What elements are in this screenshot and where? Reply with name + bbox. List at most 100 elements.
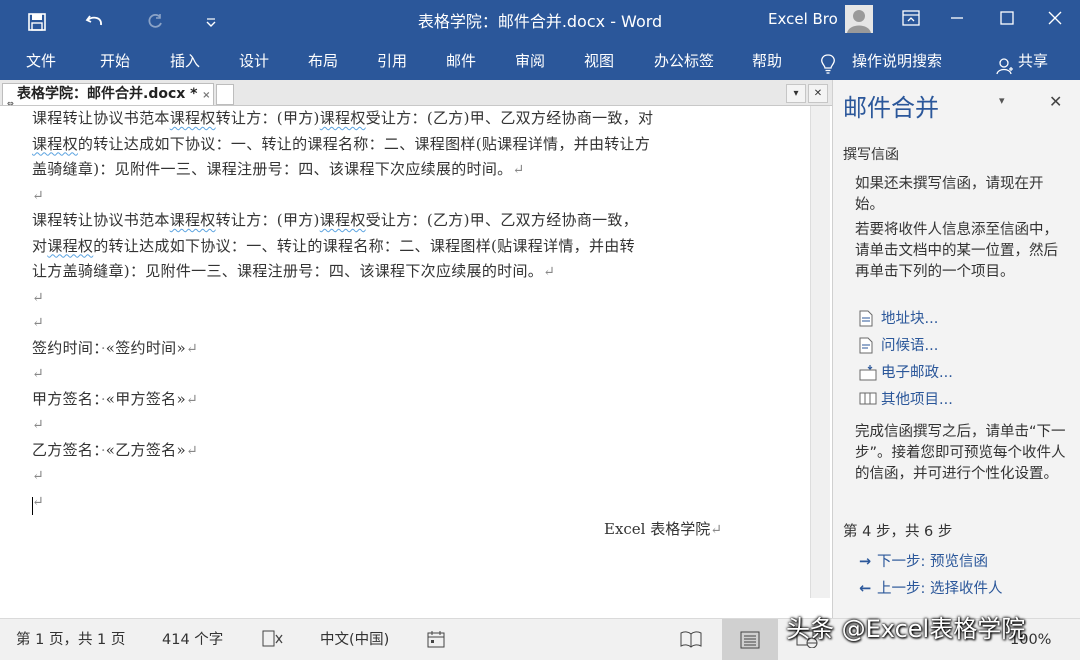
print-layout-icon [740, 631, 760, 649]
redo-icon[interactable] [140, 8, 170, 36]
doc-text-line: 让方盖骑缝章)：见附件一三、课程注册号：四、该课程下次应续展的时间。 [32, 262, 544, 280]
paragraph-mark: ↵ [32, 493, 45, 510]
read-mode-icon[interactable] [680, 630, 702, 652]
lightbulb-icon [820, 52, 836, 74]
tab-help[interactable]: 帮助 [752, 44, 782, 78]
doc-line: 课程转让协议书范本课程权转让方：(甲方)课程权受让方：(乙方)甲、乙双方经协商一… [32, 106, 722, 132]
previous-step-link[interactable]: ← 上一步: 选择收件人 [859, 577, 1003, 598]
postage-icon [859, 365, 877, 381]
doc-text-line: 盖骑缝章)：见附件一三、课程注册号：四、该课程下次应续展的时间。 [32, 160, 513, 178]
electronic-postage-link[interactable]: 电子邮政... [859, 363, 953, 383]
document-canvas[interactable]: 课程转让协议书范本课程权转让方：(甲方)课程权受让方：(乙方)甲、乙双方经协商一… [0, 106, 810, 598]
party-a-merge-field[interactable]: «甲方签名» [106, 390, 186, 408]
party-a-label: 甲方签名： [32, 389, 102, 408]
pane-close-icon[interactable]: ✕ [1049, 92, 1062, 111]
doc-line: ↵ [32, 310, 722, 336]
previous-step-label: 上一步: 选择收件人 [877, 581, 1003, 597]
maximize-icon[interactable] [984, 0, 1030, 36]
party-b-label: 乙方签名： [32, 440, 102, 459]
paragraph-mark: ↵ [185, 340, 198, 357]
paragraph-mark: ↵ [32, 315, 45, 331]
paragraph-mark: ↵ [512, 162, 525, 178]
pane-options-icon[interactable]: ▾ [999, 94, 1005, 107]
word-window: 表格学院：邮件合并.docx - Word Excel Bro 文件 开始 插入… [0, 0, 1080, 660]
greeting-line-link[interactable]: 问候语... [859, 336, 939, 356]
save-icon[interactable] [22, 8, 52, 36]
tab-insert[interactable]: 插入 [170, 44, 200, 78]
spelling-flag: 课程权 [32, 134, 78, 153]
tab-list-dropdown-icon[interactable]: ▾ [786, 84, 806, 103]
spelling-flag: 课程权 [169, 109, 216, 127]
document-body: 课程转让协议书范本课程权转让方：(甲方)课程权受让方：(乙方)甲、乙双方经协商一… [32, 106, 722, 514]
user-name[interactable]: Excel Bro [768, 0, 838, 40]
watermark: 头条 @Excel表格学院 [786, 615, 1026, 643]
print-layout-view-button[interactable] [722, 619, 778, 660]
sign-time-merge-field[interactable]: «签约时间» [106, 339, 186, 357]
greeting-line-label: 问候语... [881, 338, 939, 354]
document-icon [859, 337, 873, 354]
next-step-label: 下一步: 预览信函 [877, 554, 988, 570]
close-icon[interactable] [1032, 0, 1078, 36]
doc-line: 课程转让协议书范本课程权转让方：(甲方)课程权受让方：(乙方)甲、乙双方经协商一… [32, 208, 722, 234]
undo-icon[interactable] [80, 8, 110, 36]
doc-line: 课程权的转让达成如下协议：一、转让的课程名称：二、课程图样(贴课程详情，并由转让… [32, 132, 722, 158]
doc-line: ↵ [32, 285, 722, 311]
tab-document-label: 表格学院：邮件合并.docx * [17, 86, 198, 102]
new-tab-button[interactable] [216, 84, 234, 105]
tab-review[interactable]: 审阅 [515, 44, 545, 78]
address-block-link[interactable]: 地址块... [859, 309, 938, 329]
document-icon [859, 310, 873, 327]
tab-close-icon[interactable]: × [202, 85, 210, 106]
page-count[interactable]: 第 1 页，共 1 页 [16, 619, 125, 660]
party-b-merge-field[interactable]: «乙方签名» [106, 441, 186, 459]
paragraph-mark: ↵ [32, 468, 45, 484]
proofing-icon[interactable] [262, 630, 284, 652]
word-count[interactable]: 414 个字 [162, 619, 223, 660]
tab-view[interactable]: 视图 [584, 44, 614, 78]
tab-references[interactable]: 引用 [377, 44, 407, 78]
tab-file[interactable]: 文件 [26, 44, 56, 78]
spelling-flag: 课程权 [169, 211, 216, 229]
more-items-label: 其他项目... [881, 392, 953, 408]
vertical-scrollbar[interactable] [810, 106, 830, 598]
tab-document[interactable]: ⇔ 表格学院：邮件合并.docx * × [2, 83, 215, 108]
ribbon-display-icon[interactable] [888, 0, 934, 36]
customize-icon[interactable] [196, 8, 226, 36]
electronic-postage-label: 电子邮政... [881, 365, 953, 381]
accessibility-icon[interactable] [426, 630, 446, 652]
paragraph-mark: ↵ [32, 187, 45, 204]
document-tab-strip: ⇔ 表格学院：邮件合并.docx * × ▾ ✕ [0, 80, 832, 108]
minimize-icon[interactable] [934, 0, 980, 36]
arrow-left-icon: ← [859, 581, 872, 597]
sign-time-label: 签约时间： [32, 338, 102, 357]
pane-intro-text: 如果还未撰写信函，请现在开始。 [855, 176, 1044, 213]
tab-design[interactable]: 设计 [239, 44, 269, 78]
pane-instruction-text: 若要将收件人信息添至信函中，请单击文档中的某一位置，然后再单击下列的一个项目。 [855, 222, 1058, 280]
more-items-link[interactable]: 其他项目... [859, 390, 953, 410]
doc-line: 乙方签名：·«乙方签名»↵ [32, 438, 722, 464]
signature-line: Excel 表格学院↵ [604, 518, 722, 539]
tell-me-search[interactable]: 操作说明搜索 [852, 44, 942, 78]
doc-text-line: 课程权的转让达成如下协议：一、转让的课程名称：二、课程图样(贴课程详情，并由转让… [32, 134, 651, 153]
paragraph-mark: ↵ [710, 522, 722, 538]
doc-line: 让方盖骑缝章)：见附件一三、课程注册号：四、该课程下次应续展的时间。↵ [32, 259, 722, 285]
tab-office-tab[interactable]: 办公标签 [654, 44, 714, 78]
language-indicator[interactable]: 中文(中国) [320, 619, 389, 660]
share-button[interactable]: 共享 [1018, 44, 1048, 78]
paragraph-mark: ↵ [185, 391, 198, 408]
next-step-link[interactable]: → 下一步: 预览信函 [859, 550, 988, 571]
doc-line: ↵ [32, 183, 722, 209]
avatar[interactable] [845, 5, 873, 33]
mail-merge-pane: 邮件合并 ▾ ✕ 撰写信函 如果还未撰写信函，请现在开始。 若要将收件人信息添至… [832, 80, 1080, 618]
tab-layout[interactable]: 布局 [308, 44, 338, 78]
doc-line: ↵ [32, 412, 722, 438]
fields-icon [859, 392, 877, 405]
tab-mailings[interactable]: 邮件 [446, 44, 476, 78]
spelling-flag: 课程权 [319, 211, 366, 229]
tab-home[interactable]: 开始 [100, 44, 130, 78]
spelling-flag: 课程权 [319, 109, 366, 127]
spelling-flag: 课程权 [47, 236, 94, 255]
text-cursor [32, 497, 33, 515]
paragraph-mark: ↵ [543, 264, 556, 280]
tab-strip-close-icon[interactable]: ✕ [808, 84, 828, 103]
